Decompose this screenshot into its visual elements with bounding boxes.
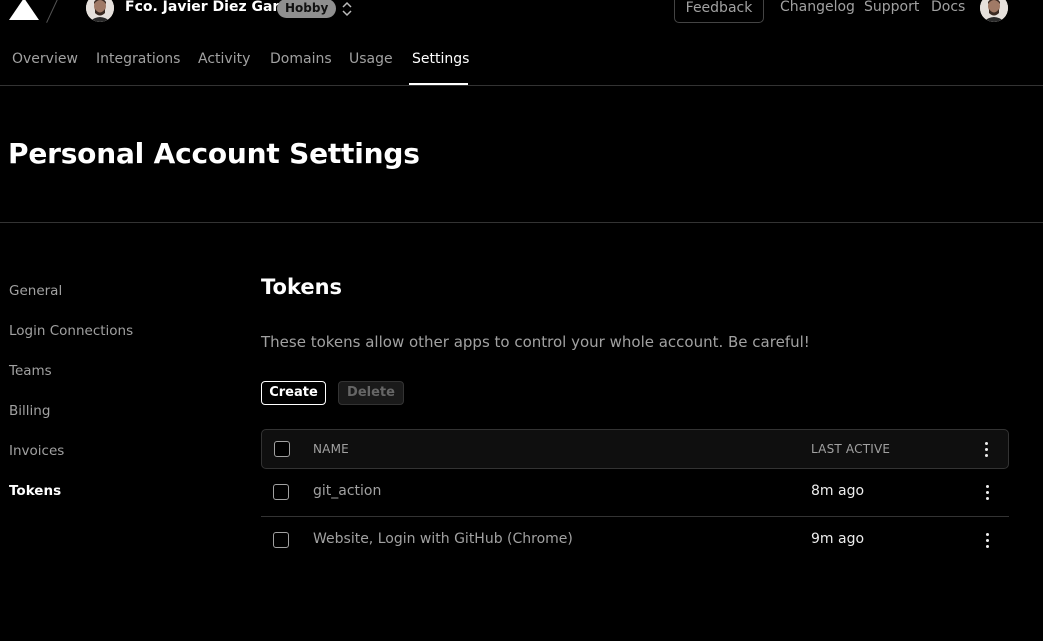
- tab-usage[interactable]: Usage: [349, 51, 393, 86]
- tab-domains[interactable]: Domains: [270, 51, 332, 86]
- token-name: Website, Login with GitHub (Chrome): [313, 531, 573, 547]
- sidebar-item-general[interactable]: General: [9, 283, 62, 299]
- top-header: Fco. Javier Diez Garcia Hobby Feedback C…: [0, 0, 1043, 86]
- tab-overview[interactable]: Overview: [12, 51, 78, 86]
- more-vertical-icon[interactable]: [979, 484, 995, 500]
- tab-activity[interactable]: Activity: [198, 51, 250, 86]
- more-vertical-icon[interactable]: [979, 532, 995, 548]
- changelog-link[interactable]: Changelog: [780, 0, 855, 15]
- active-tab-indicator: [409, 83, 468, 85]
- tokens-table-header: NAME LAST ACTIVE: [261, 429, 1009, 469]
- sidebar-item-invoices[interactable]: Invoices: [9, 443, 64, 459]
- select-all-checkbox[interactable]: [274, 441, 290, 457]
- user-avatar[interactable]: [86, 0, 114, 22]
- sidebar-item-tokens[interactable]: Tokens: [9, 483, 61, 499]
- section-title: Tokens: [261, 275, 343, 299]
- feedback-button[interactable]: Feedback: [674, 0, 764, 23]
- token-last-active: 8m ago: [811, 483, 865, 499]
- triangle-logo-icon[interactable]: [9, 0, 39, 20]
- table-row[interactable]: Website, Login with GitHub (Chrome) 9m a…: [261, 516, 1009, 564]
- token-name: git_action: [313, 483, 382, 499]
- create-token-button[interactable]: Create: [261, 381, 326, 405]
- delete-token-button[interactable]: Delete: [338, 381, 404, 405]
- table-row[interactable]: git_action 8m ago: [261, 468, 1009, 516]
- section-description: These tokens allow other apps to control…: [261, 333, 810, 351]
- token-last-active: 9m ago: [811, 531, 865, 547]
- title-band: Personal Account Settings: [0, 87, 1043, 223]
- user-name[interactable]: Fco. Javier Diez Garcia: [125, 0, 302, 15]
- column-header-last-active[interactable]: LAST ACTIVE: [811, 442, 890, 456]
- chevron-up-down-icon[interactable]: [340, 0, 354, 19]
- row-checkbox[interactable]: [273, 484, 289, 500]
- breadcrumb-separator: [46, 0, 59, 23]
- sidebar-item-teams[interactable]: Teams: [9, 363, 52, 379]
- tab-integrations[interactable]: Integrations: [96, 51, 180, 86]
- tab-settings[interactable]: Settings: [412, 51, 469, 86]
- sidebar-item-login-connections[interactable]: Login Connections: [9, 323, 133, 339]
- row-checkbox[interactable]: [273, 532, 289, 548]
- sidebar-item-billing[interactable]: Billing: [9, 403, 50, 419]
- support-link[interactable]: Support: [864, 0, 919, 15]
- account-avatar[interactable]: [980, 0, 1008, 22]
- more-vertical-icon[interactable]: [978, 441, 994, 457]
- column-header-name[interactable]: NAME: [313, 442, 349, 456]
- docs-link[interactable]: Docs: [931, 0, 965, 15]
- page-title: Personal Account Settings: [8, 137, 420, 170]
- plan-badge: Hobby: [277, 0, 337, 18]
